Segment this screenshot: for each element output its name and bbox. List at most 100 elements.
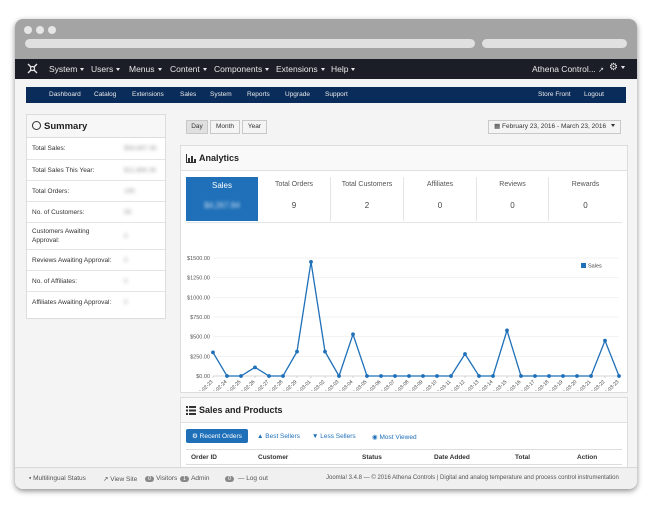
close-dot[interactable]	[24, 26, 32, 34]
column-order-id[interactable]: Order ID	[191, 454, 217, 461]
joomla-logo-icon[interactable]	[27, 63, 38, 74]
subnav-sales[interactable]: Sales	[180, 91, 196, 98]
sales-series-line	[212, 261, 620, 378]
tab-best-sellers[interactable]: ▲ Best Sellers	[257, 433, 300, 440]
range-day-button[interactable]: Day	[186, 120, 208, 134]
menu-label: Components	[214, 64, 263, 74]
site-link[interactable]: Athena Control... ↗	[532, 64, 604, 74]
admin-top-nav: System Users Menus Content Components Ex…	[15, 59, 637, 79]
stat-total-customers[interactable]: Total Customers 2	[331, 177, 404, 221]
site-label: Athena Control...	[532, 64, 596, 74]
logout-badge: 0	[225, 476, 235, 482]
range-month-button[interactable]: Month	[210, 120, 240, 134]
summary-label: Affiliates Awaiting Approval:	[32, 299, 112, 306]
data-point	[435, 374, 439, 378]
summary-row: No. of Affiliates: 0	[27, 271, 165, 292]
visitors-badge: 0	[145, 476, 155, 482]
multilingual-status-link[interactable]: ▪ Multilingual Status	[29, 475, 86, 482]
data-point	[225, 374, 229, 378]
subnav-extensions[interactable]: Extensions	[132, 91, 164, 98]
subnav-upgrade[interactable]: Upgrade	[285, 91, 310, 98]
external-link-icon: ↗	[598, 67, 605, 74]
column-date-added[interactable]: Date Added	[434, 454, 470, 461]
footer-copyright: Joomla! 3.4.8 — © 2016 Athena Controls |…	[326, 475, 619, 481]
data-point	[267, 374, 271, 378]
subnav-system[interactable]: System	[210, 91, 232, 98]
stat-label: Affiliates	[426, 181, 454, 188]
column-action[interactable]: Action	[577, 454, 597, 461]
stat-affiliates[interactable]: Affiliates 0	[404, 177, 477, 221]
stat-rewards[interactable]: Rewards 0	[549, 177, 622, 221]
summary-row: Total Orders: 195	[27, 181, 165, 202]
data-point	[323, 349, 327, 354]
clock-icon	[32, 121, 41, 130]
tab-label: Most Viewed	[379, 434, 417, 441]
subnav-reports[interactable]: Reports	[247, 91, 270, 98]
summary-title: Summary	[44, 121, 88, 132]
joomla-version: Joomla! 3.4.8	[326, 475, 363, 481]
minus-icon: —	[237, 475, 245, 482]
column-customer[interactable]: Customer	[258, 454, 288, 461]
subnav-catalog[interactable]: Catalog	[94, 91, 116, 98]
data-point	[575, 374, 579, 378]
summary-value: 0	[124, 278, 128, 285]
summary-label: Total Sales This Year:	[32, 167, 95, 174]
admin-status[interactable]: 1 Admin	[180, 475, 210, 482]
footer-label: View Site	[110, 476, 138, 483]
browser-window: System Users Menus Content Components Ex…	[15, 19, 637, 489]
column-total[interactable]: Total	[515, 454, 530, 461]
caret-down-icon	[620, 66, 625, 69]
summary-value: 0	[124, 299, 128, 306]
stat-reviews[interactable]: Reviews 0	[477, 177, 549, 221]
stat-total-orders[interactable]: Total Orders 9	[258, 177, 331, 221]
tab-most-viewed[interactable]: ◉ Most Viewed	[372, 433, 417, 441]
date-range-picker[interactable]: ▦ February 23, 2016 - March 23, 2016	[488, 120, 621, 134]
menu-menus[interactable]: Menus	[129, 64, 162, 74]
menu-components[interactable]: Components	[214, 64, 270, 74]
data-point	[491, 374, 495, 378]
data-point	[351, 332, 355, 337]
summary-label: Total Orders:	[32, 188, 70, 195]
menu-help[interactable]: Help	[331, 64, 356, 74]
summary-label: Total Sales:	[32, 145, 66, 152]
tab-recent-orders[interactable]: ⚙ Recent Orders	[186, 429, 248, 443]
stat-value: 9	[291, 201, 297, 210]
stat-value: 0	[510, 201, 515, 210]
view-site-link[interactable]: ↗ View Site	[103, 475, 137, 483]
caret-down-icon	[157, 68, 162, 71]
stat-label: Sales	[211, 181, 232, 190]
stat-sales[interactable]: Sales $4,267.84	[186, 177, 258, 221]
menu-extensions[interactable]: Extensions	[276, 64, 325, 74]
maximize-dot[interactable]	[48, 26, 56, 34]
menu-system[interactable]: System	[49, 64, 85, 74]
minimize-dot[interactable]	[36, 26, 44, 34]
tab-label: Best Sellers	[265, 433, 300, 440]
subnav-logout[interactable]: Logout	[584, 91, 604, 98]
y-tick-label: $1000.00	[187, 295, 210, 301]
menu-users[interactable]: Users	[91, 64, 121, 74]
settings-menu[interactable]: ⚙	[609, 62, 625, 73]
range-year-button[interactable]: Year	[242, 120, 267, 134]
tab-less-sellers[interactable]: ▼ Less Sellers	[312, 433, 356, 440]
menu-content[interactable]: Content	[170, 64, 207, 74]
sales-line-chart: $0.00 $250.00 $500.00 $750.00 $1000.00 $1250.…	[187, 256, 621, 391]
visitors-status[interactable]: 0 Visitors	[145, 475, 177, 482]
column-status[interactable]: Status	[362, 454, 382, 461]
summary-value: 0	[124, 257, 128, 264]
search-bar[interactable]	[482, 39, 627, 48]
summary-header: Summary	[27, 115, 165, 138]
menu-label: Menus	[129, 64, 155, 74]
menu-label: Users	[91, 64, 114, 74]
data-point	[337, 374, 341, 378]
caret-down-icon	[80, 68, 85, 71]
summary-row: No. of Customers: 58	[27, 202, 165, 223]
summary-row: Total Sales This Year: $11,888.36	[27, 160, 165, 181]
list-icon	[186, 406, 196, 415]
address-bar[interactable]	[25, 39, 475, 48]
calendar-icon: ▦	[494, 123, 501, 130]
subnav-dashboard[interactable]: Dashboard	[49, 91, 81, 98]
logout-link[interactable]: 0 — Log out	[225, 475, 268, 482]
subnav-support[interactable]: Support	[325, 91, 348, 98]
y-tick-label: $250.00	[190, 354, 210, 360]
subnav-store-front[interactable]: Store Front	[538, 91, 571, 98]
